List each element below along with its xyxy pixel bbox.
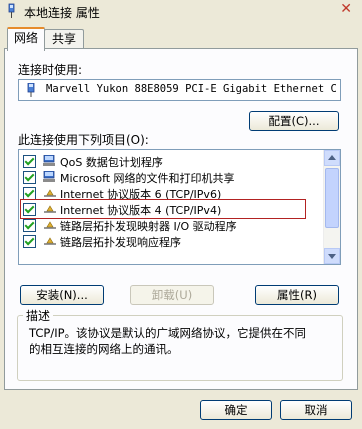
chevron-up-icon [328, 155, 336, 160]
chevron-down-icon [328, 254, 336, 259]
scroll-up-button[interactable] [324, 150, 340, 166]
title-bar: 本地连接 属性 ✕ [0, 0, 362, 22]
description-line-1: TCP/IP。该协议是默认的广域网络协议，它提供在不同 [29, 326, 307, 340]
adapter-icon [27, 83, 35, 97]
tab-sharing-label: 共享 [51, 32, 76, 46]
description-label: 描述 [23, 307, 54, 324]
item-label: QoS 数据包计划程序 [60, 156, 163, 169]
scroll-thumb[interactable] [325, 168, 339, 228]
tab-sharing[interactable]: 共享 [44, 29, 84, 49]
checkbox[interactable] [23, 235, 36, 248]
window-title: 本地连接 属性 [24, 6, 100, 20]
item-label: Microsoft 网络的文件和打印机共享 [60, 172, 235, 185]
network-tab-panel: 连接时使用: Marvell Yukon 88E8059 PCI-E Gigab… [4, 48, 358, 390]
close-icon[interactable]: ✕ [340, 1, 352, 17]
adapter-name: Marvell Yukon 88E8059 PCI-E Gigabit Ethe… [46, 83, 336, 95]
uninstall-button[interactable]: 卸载(U) [130, 285, 214, 305]
install-button[interactable]: 安装(N)... [20, 285, 104, 305]
tab-network[interactable]: 网络 [7, 27, 45, 51]
description-line-2: 的相互连接的网络上的通讯。 [29, 342, 179, 356]
properties-button[interactable]: 属性(R) [255, 285, 339, 305]
checkbox[interactable] [23, 219, 36, 232]
checkbox[interactable] [23, 155, 36, 168]
scroll-down-button[interactable] [324, 248, 340, 264]
ok-button[interactable]: 确定 [200, 400, 272, 420]
adapter-field[interactable]: Marvell Yukon 88E8059 PCI-E Gigabit Ethe… [18, 79, 341, 101]
list-scrollbar[interactable] [323, 150, 340, 264]
protocol-icon [44, 237, 56, 245]
checkbox[interactable] [23, 171, 36, 184]
configure-button[interactable]: 配置(C)... [249, 111, 339, 131]
cancel-button[interactable]: 取消 [280, 400, 352, 420]
network-client-icon [43, 171, 55, 182]
ipv4-highlight-box [20, 199, 306, 219]
protocol-icon [44, 221, 56, 229]
description-text: TCP/IP。该协议是默认的广域网络协议，它提供在不同 的相互连接的网络上的通讯… [29, 325, 339, 357]
protocol-icon [44, 189, 56, 197]
tab-network-label: 网络 [13, 31, 38, 45]
network-connection-icon [8, 3, 15, 18]
connect-using-label: 连接时使用: [18, 63, 83, 77]
items-label: 此连接使用下列项目(O): [18, 133, 149, 147]
item-label: 链路层拓扑发现响应程序 [60, 236, 181, 249]
network-client-icon [43, 155, 55, 166]
item-label: 链路层拓扑发现映射器 I/O 驱动程序 [60, 220, 237, 233]
